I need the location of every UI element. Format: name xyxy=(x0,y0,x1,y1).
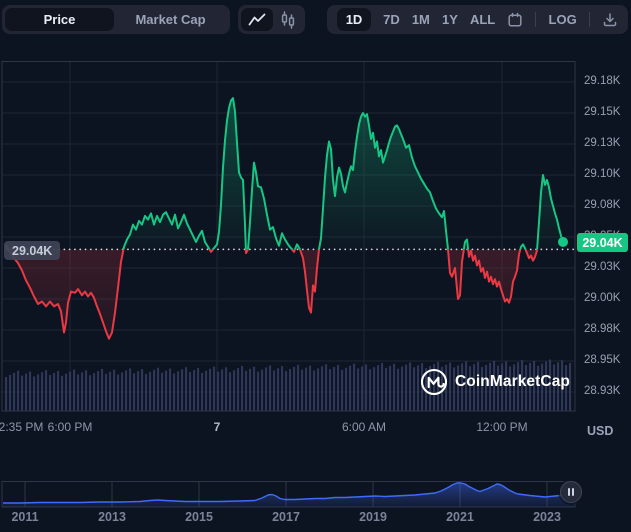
current-price-badge: 29.04K xyxy=(577,233,628,252)
line-chart-icon xyxy=(248,13,266,25)
watermark: CoinMarketCap xyxy=(420,368,570,396)
y-axis-label: 29.13K xyxy=(584,137,621,149)
coinmarketcap-price-chart: Price Market Cap 1D 7D 1M 1Y ALL LOG 29.… xyxy=(0,0,631,532)
y-axis-label: 29.00K xyxy=(584,292,621,304)
resize-grip-icon xyxy=(567,488,570,496)
resize-grip-icon xyxy=(572,488,575,496)
price-line-down xyxy=(7,249,539,340)
price-area-down xyxy=(6,249,563,339)
x-axis-tick-label: 6:00 PM xyxy=(47,420,93,434)
line-chart-type-button[interactable] xyxy=(241,8,273,31)
range-1y-button[interactable]: 1Y xyxy=(442,12,458,27)
candlestick-chart-type-button[interactable] xyxy=(273,8,302,31)
watermark-text: CoinMarketCap xyxy=(455,373,570,390)
navigator-year-label: 2017 xyxy=(272,510,300,524)
calendar-icon xyxy=(508,12,522,27)
y-axis-label: 28.93K xyxy=(584,385,621,397)
currency-label: USD xyxy=(587,424,614,438)
navigator-year-label: 2011 xyxy=(11,510,39,524)
calendar-button[interactable] xyxy=(507,12,523,28)
price-line-up xyxy=(5,97,564,250)
plot-border xyxy=(1,61,576,412)
price-area-up xyxy=(6,98,563,250)
open-price-badge: 29.04K xyxy=(4,241,61,260)
price-chart-canvas[interactable] xyxy=(0,61,631,412)
history-navigator[interactable] xyxy=(0,481,631,508)
toolbar-divider xyxy=(588,12,590,27)
current-price-dot xyxy=(558,236,568,247)
range-1m-button[interactable]: 1M xyxy=(412,12,430,27)
range-all-button[interactable]: ALL xyxy=(470,12,495,27)
gridlines xyxy=(2,61,575,412)
candlestick-icon xyxy=(281,10,294,29)
tab-price[interactable]: Price xyxy=(5,8,114,31)
x-axis-tick-label: 2:35 PM xyxy=(0,420,44,434)
navigator-handle[interactable] xyxy=(560,481,582,503)
toolbar-divider xyxy=(535,12,537,27)
time-range-group: 1D 7D 1M 1Y ALL LOG xyxy=(327,5,628,34)
y-axis-label: 29.10K xyxy=(584,168,621,180)
y-axis-label: 29.03K xyxy=(584,261,621,273)
download-chart-button[interactable] xyxy=(602,12,618,28)
x-axis-tick-label: 7 xyxy=(213,420,221,434)
x-axis-tick-label: 6:00 AM xyxy=(341,420,387,434)
y-axis-label: 29.18K xyxy=(584,75,621,87)
download-icon xyxy=(603,12,617,26)
chart-type-toggle-group xyxy=(238,5,305,34)
y-axis-label: 29.08K xyxy=(584,199,621,211)
navigator-year-label: 2013 xyxy=(98,510,126,524)
range-1d-button[interactable]: 1D xyxy=(337,8,371,31)
x-axis-tick-label: 12:00 PM xyxy=(476,420,528,434)
navigator-year-label: 2023 xyxy=(533,510,561,524)
coinmarketcap-logo-icon xyxy=(420,368,448,396)
y-axis-label: 29.15K xyxy=(584,106,621,118)
y-axis-label: 28.95K xyxy=(584,354,621,366)
tab-market-cap[interactable]: Market Cap xyxy=(114,12,227,27)
navigator-year-label: 2015 xyxy=(185,510,213,524)
y-axis-label: 28.98K xyxy=(584,323,621,335)
navigator-area xyxy=(3,483,574,507)
navigator-year-label: 2019 xyxy=(359,510,387,524)
log-scale-button[interactable]: LOG xyxy=(549,12,577,27)
navigator-year-label: 2021 xyxy=(446,510,474,524)
range-7d-button[interactable]: 7D xyxy=(383,12,400,27)
metric-toggle-group: Price Market Cap xyxy=(2,5,230,34)
